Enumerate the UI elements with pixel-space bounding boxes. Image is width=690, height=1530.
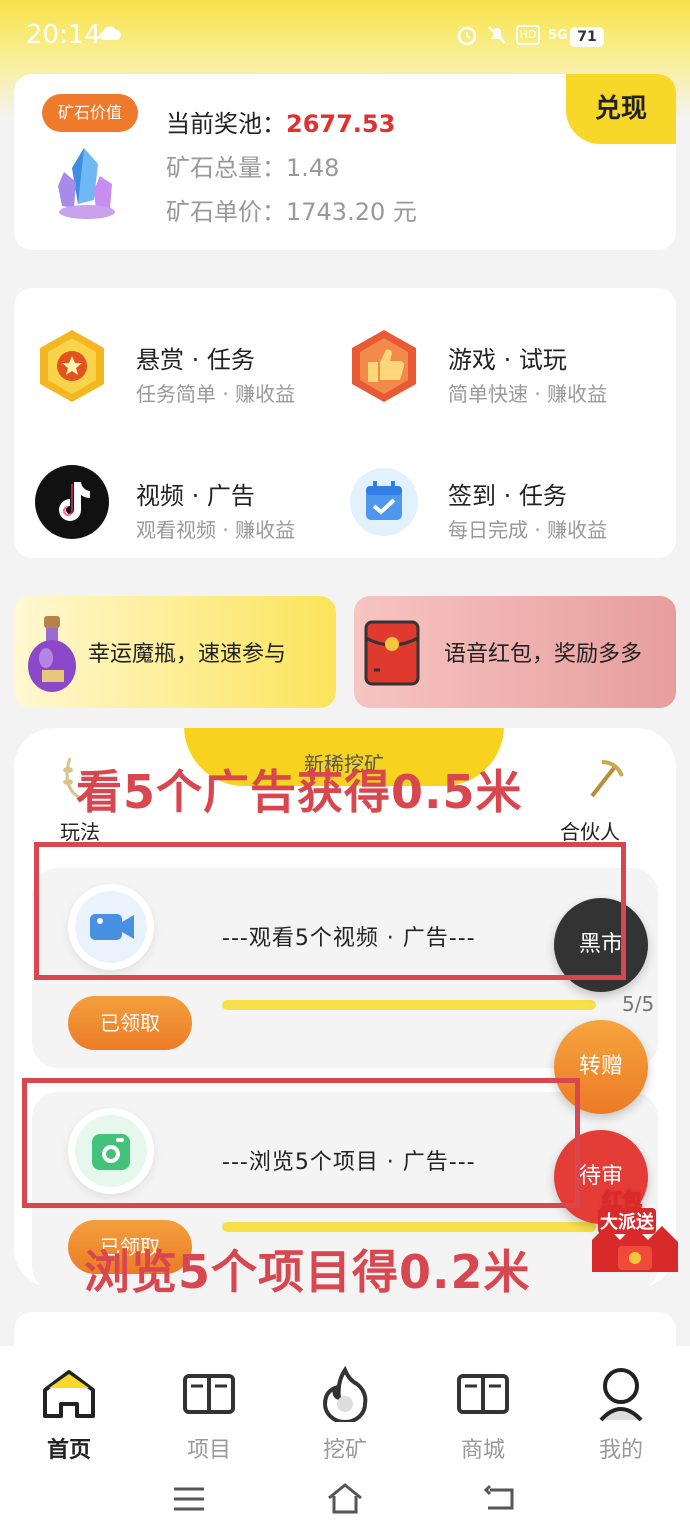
redeem-button[interactable]: 兑现 (566, 74, 676, 144)
promo-text: 语音红包，奖励多多 (444, 642, 643, 667)
task-subtitle: 观看视频 · 赚收益 (136, 518, 296, 542)
progress-bar (222, 1222, 596, 1232)
sticker-line2: 大派送 (598, 1208, 656, 1234)
task-reward[interactable]: 悬赏 · 任务 任务简单 · 赚收益 (14, 318, 314, 414)
partner-link[interactable]: 合伙人 (560, 816, 620, 845)
task-title: 签到 · 任务 (448, 482, 567, 510)
claimed-button[interactable]: 已领取 (68, 996, 192, 1050)
ore-value-tag: 矿石价值 (42, 94, 138, 132)
annotation-box-video (34, 842, 626, 980)
tab-label: 首页 (46, 1438, 91, 1463)
task-title: 游戏 · 试玩 (448, 346, 567, 374)
user-icon (599, 1368, 643, 1422)
promo-lucky-bottle[interactable]: 幸运魔瓶，速速参与 (14, 596, 336, 708)
task-video[interactable]: 视频 · 广告 观看视频 · 赚收益 (14, 454, 314, 550)
annotation-top: 看5个广告获得0.5米 (76, 765, 523, 819)
annotation-bottom: 浏览5个项目得0.2米 (84, 1245, 531, 1299)
pool-label: 当前奖池： (166, 110, 286, 138)
tab-label: 商城 (460, 1438, 505, 1463)
tab-mining[interactable]: 挖矿 (276, 1346, 414, 1466)
home-nav-icon[interactable] (326, 1482, 364, 1514)
crystal-icon (58, 148, 115, 219)
task-game[interactable]: 游戏 · 试玩 简单快速 · 赚收益 (326, 318, 626, 414)
annotation-box-browse (22, 1078, 580, 1208)
bottom-tab-bar: 首页 项目 挖矿 商城 我的 (0, 1346, 690, 1466)
alarm-icon (457, 26, 477, 46)
thumbs-up-badge-icon (352, 330, 416, 402)
reward-badge-icon (40, 330, 104, 402)
progress-count: 5/5 (622, 992, 655, 1016)
tiktok-icon (35, 465, 109, 539)
red-packet-sticker[interactable]: 红包 大派送 (588, 1180, 682, 1280)
tab-label: 项目 (186, 1438, 231, 1463)
task-title: 悬赏 · 任务 (136, 346, 255, 374)
book-icon (183, 1374, 235, 1414)
ore-pool-card: 矿石价值 当前奖池：2677.53 矿石总量：1.48 矿石单价：1743.20… (14, 74, 676, 250)
back-icon[interactable] (484, 1484, 518, 1512)
red-envelope-icon (364, 620, 420, 686)
pickaxe-icon (590, 760, 624, 798)
promo-text: 幸运魔瓶，速速参与 (88, 642, 287, 667)
tab-projects[interactable]: 项目 (140, 1346, 278, 1466)
status-time: 20:14 (26, 20, 101, 50)
task-subtitle: 任务简单 · 赚收益 (136, 382, 296, 406)
menu-icon[interactable] (172, 1486, 206, 1512)
tab-label: 挖矿 (322, 1438, 367, 1463)
calendar-check-icon (350, 468, 418, 536)
pool-value: 2677.53 (286, 110, 396, 138)
book-icon (457, 1374, 509, 1414)
ore-total: 矿石总量：1.48 (166, 154, 340, 182)
ore-price: 矿石单价：1743.20 元 (166, 198, 417, 226)
tab-mine[interactable]: 我的 (552, 1346, 690, 1466)
task-subtitle: 每日完成 · 赚收益 (448, 518, 608, 542)
promo-voice-redpacket[interactable]: 语音红包，奖励多多 (354, 596, 676, 708)
flame-icon (322, 1366, 368, 1422)
tab-home[interactable]: 首页 (0, 1346, 138, 1466)
task-checkin[interactable]: 签到 · 任务 每日完成 · 赚收益 (326, 454, 626, 550)
network-indicator: 5G (548, 27, 568, 43)
status-bar: 20:14 HD 5G 71 (0, 0, 690, 72)
tab-label: 我的 (598, 1438, 643, 1463)
task-title: 视频 · 广告 (136, 482, 255, 510)
tab-mall[interactable]: 商城 (414, 1346, 552, 1466)
pool-title: 当前奖池：2677.53 (166, 104, 395, 139)
battery-indicator: 71 (570, 27, 604, 47)
mute-icon (488, 26, 506, 44)
system-nav-bar (0, 1466, 690, 1530)
progress-bar (222, 1000, 596, 1010)
task-grid: 悬赏 · 任务 任务简单 · 赚收益 游戏 · 试玩 简单快速 · 赚收益 视频… (14, 288, 676, 558)
task-subtitle: 简单快速 · 赚收益 (448, 382, 608, 406)
hd-icon: HD (516, 25, 540, 45)
magic-bottle-icon (28, 616, 76, 692)
home-icon (43, 1370, 95, 1418)
cloud-icon (99, 26, 121, 41)
